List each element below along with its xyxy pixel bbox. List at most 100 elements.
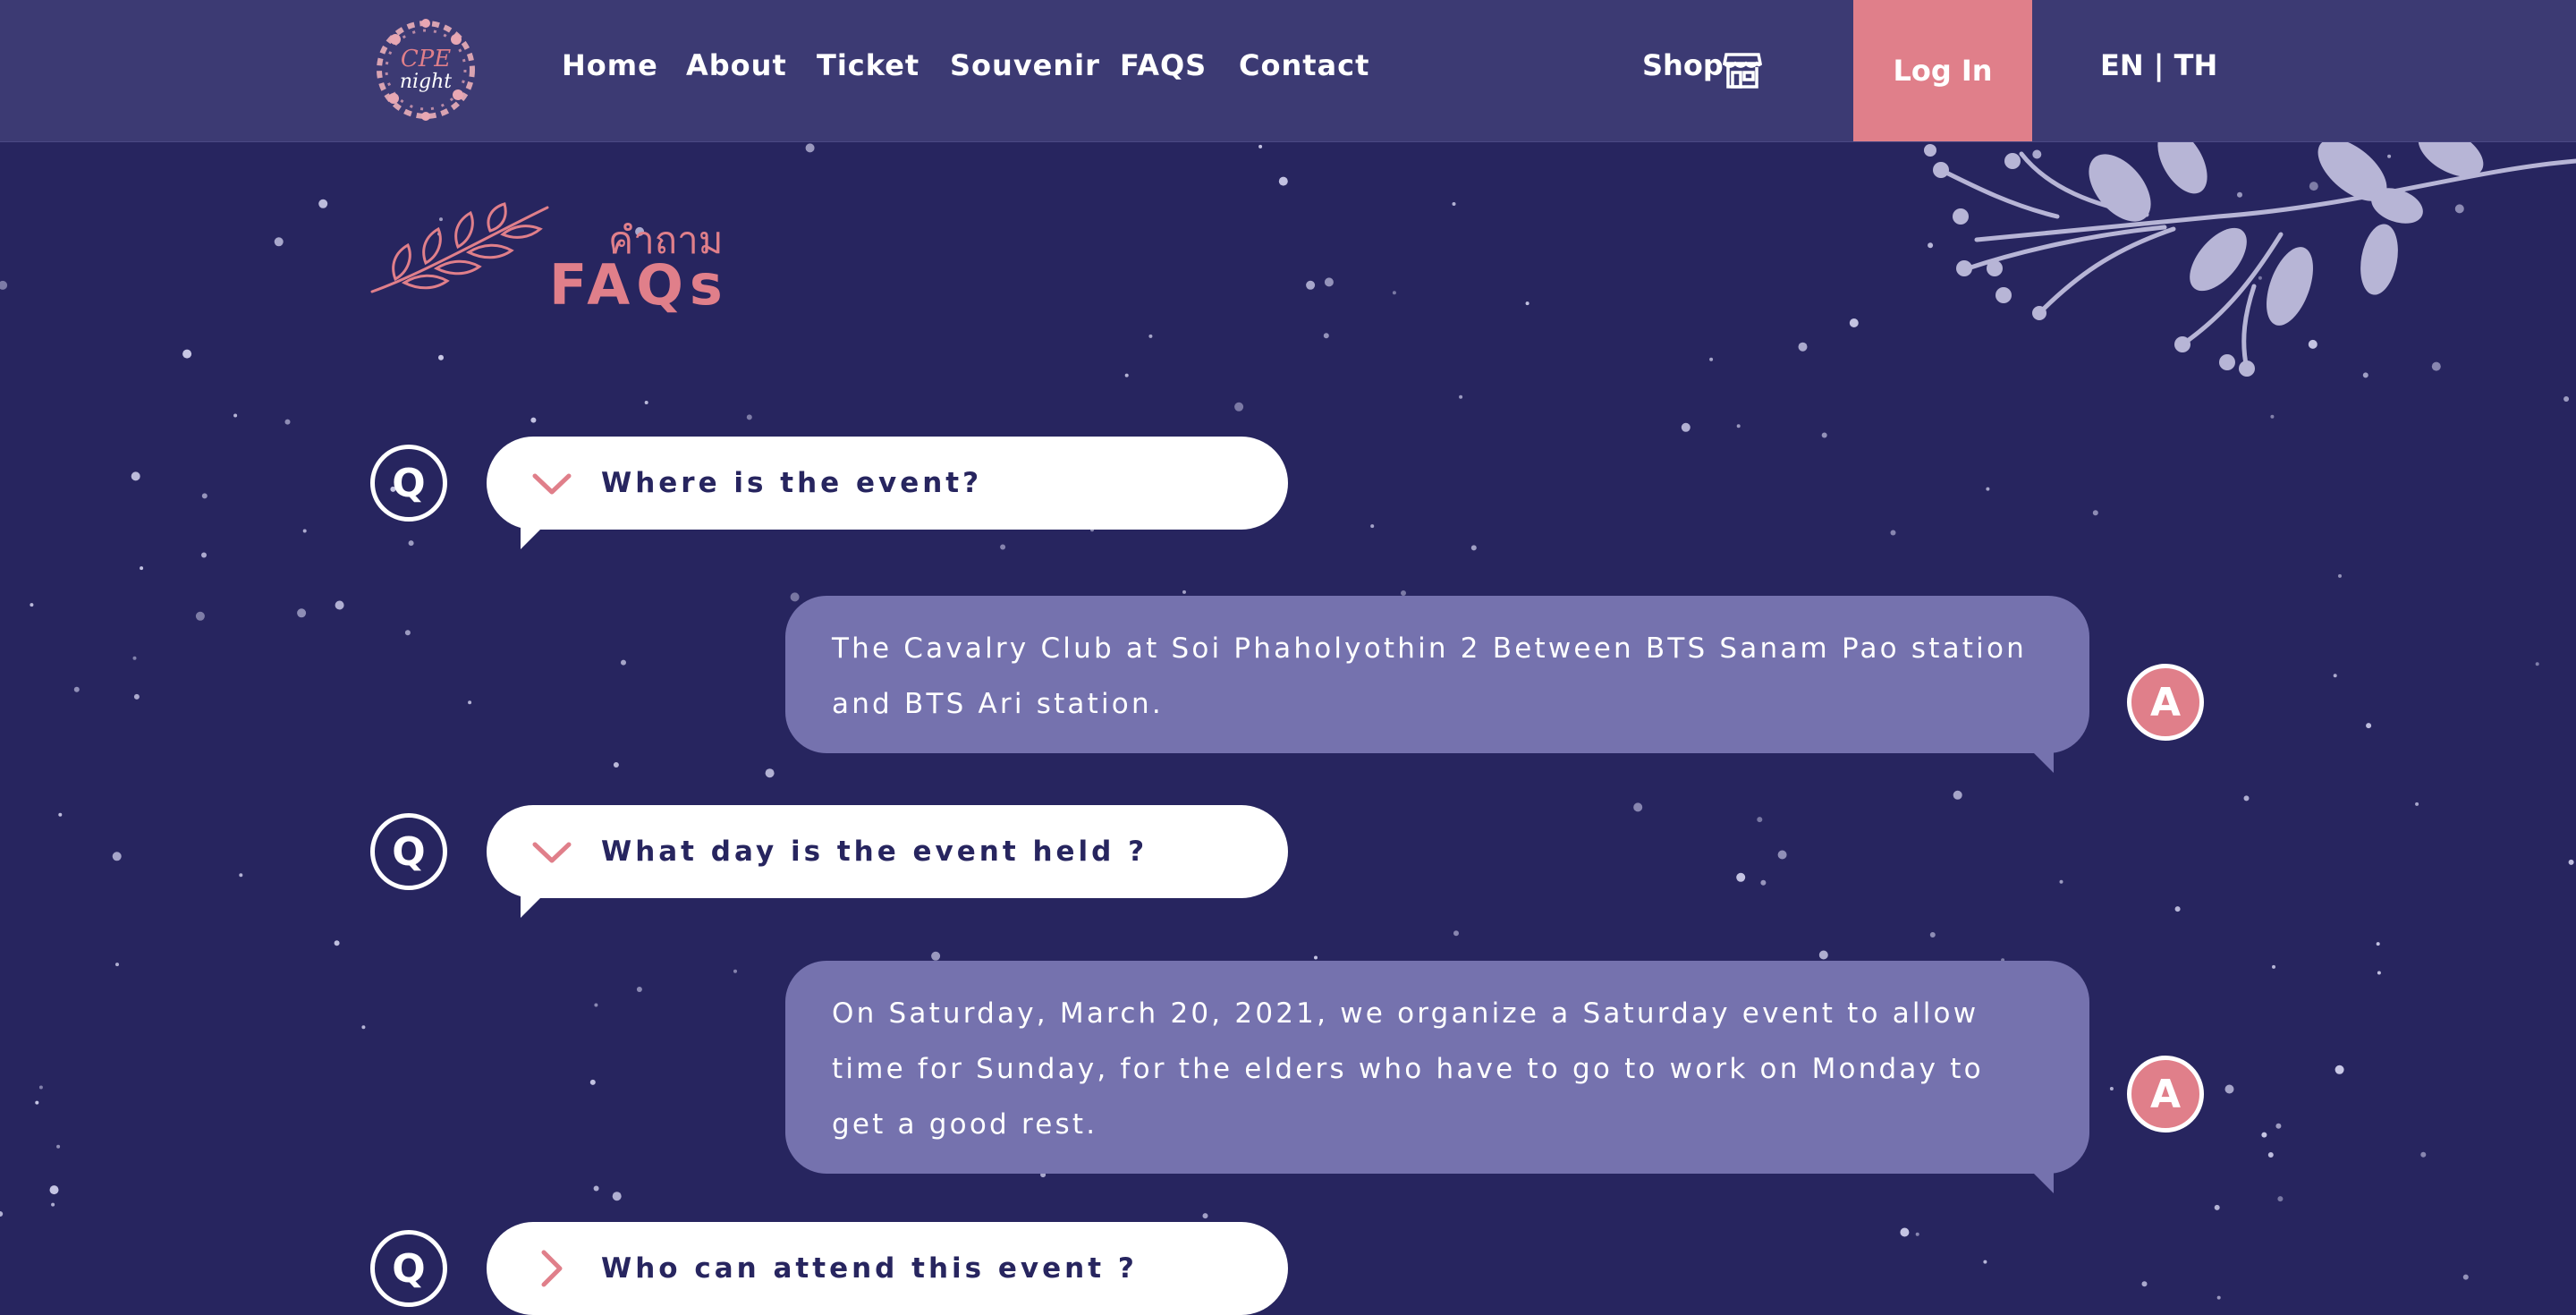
star-dot bbox=[733, 969, 737, 973]
star-dot bbox=[1915, 1232, 1919, 1236]
star-dot bbox=[201, 552, 207, 558]
answer-badge: A bbox=[2127, 1056, 2204, 1133]
star-dot bbox=[201, 493, 208, 499]
star-dot bbox=[1323, 333, 1329, 339]
star-dot bbox=[438, 354, 444, 361]
star-dot bbox=[1821, 432, 1827, 438]
star-dot bbox=[636, 987, 642, 992]
star-dot bbox=[1202, 1213, 1208, 1219]
star-dot bbox=[297, 608, 307, 618]
star-dot bbox=[274, 237, 284, 247]
star-dot bbox=[2092, 510, 2098, 516]
star-dot bbox=[112, 852, 122, 861]
svg-text:CPE: CPE bbox=[401, 46, 451, 72]
star-dot bbox=[361, 1025, 366, 1030]
star-dot bbox=[612, 1192, 622, 1201]
branch-decoration bbox=[1924, 134, 2576, 377]
star-dot bbox=[1900, 1227, 1910, 1237]
star-dot bbox=[1124, 373, 1129, 378]
star-dot bbox=[2366, 723, 2372, 729]
question-badge: Q bbox=[370, 813, 447, 890]
star-dot bbox=[1470, 545, 1477, 551]
star-dot bbox=[302, 529, 307, 533]
star-dot bbox=[1983, 1260, 1987, 1264]
faq-question-text: What day is the event held ? bbox=[601, 836, 1148, 868]
star-dot bbox=[1278, 176, 1288, 186]
login-button[interactable]: Log In bbox=[1853, 0, 2032, 141]
top-navbar: CPE night Home About Ticket Souvenir FAQ… bbox=[0, 0, 2576, 142]
star-dot bbox=[334, 940, 340, 946]
storefront-icon[interactable] bbox=[1723, 49, 1762, 89]
star-dot bbox=[1986, 487, 1990, 491]
star-dot bbox=[1849, 318, 1859, 327]
shop-link[interactable]: Shop bbox=[1642, 48, 1724, 82]
star-dot bbox=[1234, 402, 1244, 411]
star-dot bbox=[1148, 334, 1153, 338]
nav-souvenir-link[interactable]: Souvenir bbox=[950, 48, 1100, 82]
star-dot bbox=[58, 812, 63, 817]
faq-question-text: Who can attend this event ? bbox=[601, 1252, 1138, 1285]
star-dot bbox=[140, 566, 144, 571]
cpe-night-logo[interactable]: CPE night bbox=[369, 13, 483, 127]
star-dot bbox=[2267, 1152, 2274, 1158]
faq-question-2[interactable]: What day is the event held ? bbox=[487, 805, 1288, 918]
star-dot bbox=[2224, 1084, 2234, 1094]
faq-question-1[interactable]: Where is the event? bbox=[487, 437, 1288, 549]
star-dot bbox=[593, 1185, 599, 1192]
star-dot bbox=[233, 413, 238, 418]
star-dot bbox=[2261, 1132, 2267, 1138]
star-dot bbox=[335, 600, 344, 610]
star-dot bbox=[49, 1185, 59, 1195]
star-dot bbox=[530, 417, 537, 423]
star-dot bbox=[51, 1202, 55, 1207]
star-dot bbox=[1258, 144, 1263, 148]
chevron-down-icon[interactable] bbox=[531, 832, 572, 871]
language-switcher[interactable]: EN | TH bbox=[2100, 48, 2217, 82]
star-dot bbox=[1681, 422, 1690, 432]
star-dot bbox=[1818, 950, 1828, 960]
star-dot bbox=[2333, 674, 2337, 678]
nav-faqs-link[interactable]: FAQS bbox=[1120, 48, 1207, 82]
star-dot bbox=[115, 963, 119, 967]
nav-about-link[interactable]: About bbox=[686, 48, 787, 82]
star-dot bbox=[1525, 301, 1530, 306]
chevron-down-icon[interactable] bbox=[531, 463, 572, 503]
nav-home-link[interactable]: Home bbox=[562, 48, 658, 82]
faq-heading-title: FAQs bbox=[549, 252, 729, 318]
star-dot bbox=[1890, 530, 1896, 536]
star-dot bbox=[182, 349, 192, 359]
star-dot bbox=[2174, 906, 2181, 912]
star-dot bbox=[131, 471, 140, 481]
faq-question-3[interactable]: Who can attend this event ? bbox=[487, 1222, 1288, 1315]
star-dot bbox=[1314, 955, 1318, 960]
star-dot bbox=[2535, 662, 2539, 666]
star-dot bbox=[2415, 802, 2419, 806]
star-dot bbox=[2216, 1295, 2221, 1300]
star-dot bbox=[318, 199, 328, 208]
star-dot bbox=[1306, 280, 1316, 290]
star-dot bbox=[1777, 850, 1787, 860]
star-dot bbox=[0, 1211, 4, 1217]
star-dot bbox=[1798, 342, 1808, 352]
star-dot bbox=[1757, 817, 1763, 823]
star-dot bbox=[1736, 424, 1741, 428]
leaf-heading-icon bbox=[370, 202, 549, 293]
star-dot bbox=[132, 656, 137, 660]
star-dot bbox=[765, 768, 775, 778]
faq-question-text: Where is the event? bbox=[601, 467, 983, 499]
star-dot bbox=[1182, 590, 1186, 594]
star-dot bbox=[1633, 802, 1643, 812]
question-badge: Q bbox=[370, 1230, 447, 1307]
star-dot bbox=[621, 659, 626, 666]
star-dot bbox=[2420, 1151, 2427, 1158]
bubble-tail bbox=[2032, 1172, 2054, 1193]
nav-ticket-link[interactable]: Ticket bbox=[817, 48, 919, 82]
star-dot bbox=[790, 592, 800, 602]
star-dot bbox=[38, 1085, 43, 1090]
nav-contact-link[interactable]: Contact bbox=[1239, 48, 1369, 82]
bubble-tail bbox=[521, 528, 542, 549]
star-dot bbox=[2141, 1281, 2148, 1287]
star-dot bbox=[2277, 1196, 2284, 1202]
chevron-right-icon[interactable] bbox=[531, 1249, 572, 1288]
star-dot bbox=[2275, 1123, 2282, 1129]
